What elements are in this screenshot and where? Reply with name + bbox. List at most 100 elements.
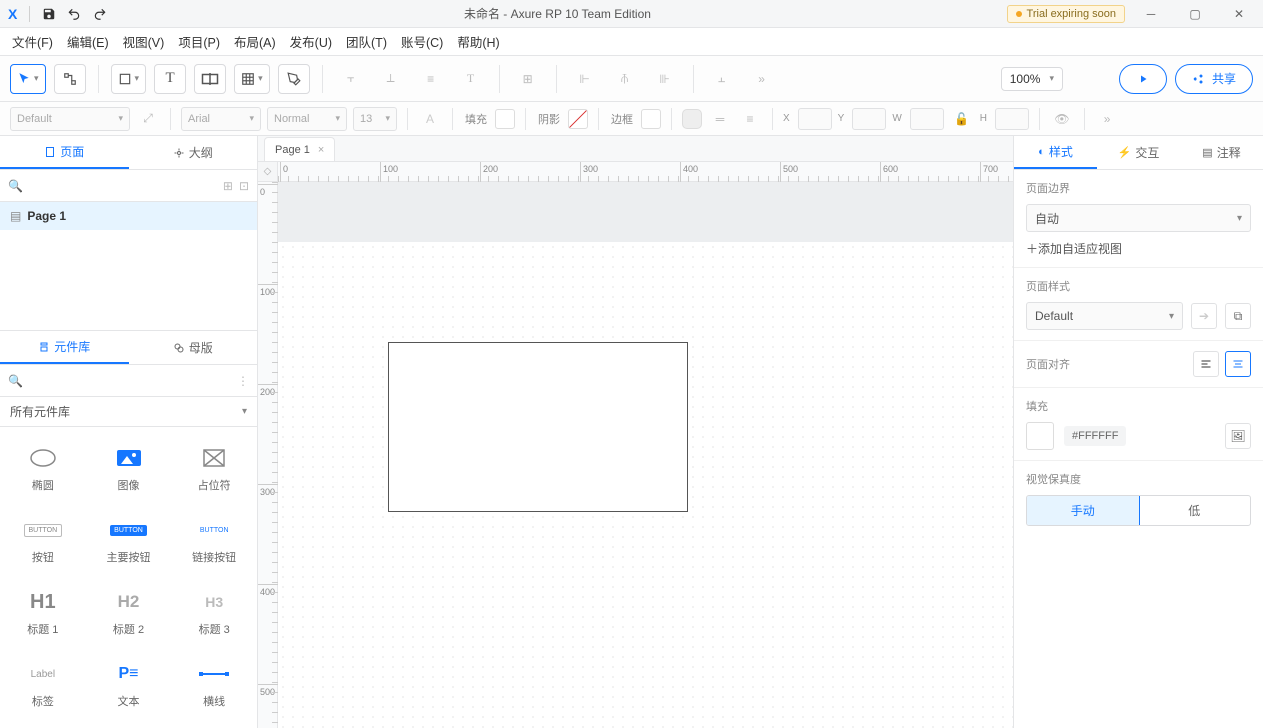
share-button[interactable]: 共享 <box>1175 64 1253 94</box>
undo-icon[interactable] <box>66 7 82 21</box>
tab-outline[interactable]: 大纲 <box>129 136 258 169</box>
window-minimize[interactable]: ─ <box>1133 2 1169 26</box>
fill-swatch[interactable] <box>495 109 515 129</box>
y-input[interactable] <box>852 108 886 130</box>
menu-team[interactable]: 团队(T) <box>346 32 387 51</box>
fidelity-manual[interactable]: 手动 <box>1026 495 1140 526</box>
dist-h[interactable]: ⫠ <box>706 64 738 94</box>
widget-button[interactable]: BUTTON按钮 <box>0 505 86 577</box>
more-tools[interactable]: » <box>746 64 778 94</box>
align-top[interactable]: ⫟ <box>335 64 367 94</box>
library-filter-dropdown[interactable]: 所有元件库▾ <box>0 397 257 427</box>
font-family-dropdown[interactable]: Arial▾ <box>181 107 261 131</box>
visibility-icon[interactable]: 👁 <box>1050 108 1074 130</box>
menu-account[interactable]: 账号(C) <box>401 32 443 51</box>
widget-button-link[interactable]: BUTTON链接按钮 <box>171 505 257 577</box>
lock-aspect-icon[interactable]: 🔓 <box>950 108 974 130</box>
widget-h1[interactable]: H1标题 1 <box>0 577 86 649</box>
border-swatch[interactable] <box>641 109 661 129</box>
widget-h2[interactable]: H2标题 2 <box>86 577 172 649</box>
page-bounds-dropdown[interactable]: 自动▾ <box>1026 204 1251 232</box>
menu-layout[interactable]: 布局(A) <box>234 32 276 51</box>
ruler-vertical[interactable]: 0100200300400500600700 <box>258 182 278 728</box>
widget-image[interactable]: 图像 <box>86 433 172 505</box>
add-folder-icon[interactable]: ⊡ <box>239 179 249 193</box>
corner-radius[interactable] <box>682 109 702 129</box>
tab-notes[interactable]: ▤注释 <box>1180 136 1263 169</box>
widget-more-icon[interactable]: ⋮ <box>237 374 249 388</box>
tab-style[interactable]: ◐样式 <box>1014 136 1097 169</box>
group[interactable]: ⊞ <box>512 64 544 94</box>
widget-button-primary[interactable]: BUTTON主要按钮 <box>86 505 172 577</box>
style-preset-dropdown[interactable]: Default▾ <box>10 107 130 131</box>
add-adaptive-view[interactable]: ＋添加自适应视图 <box>1026 240 1251 257</box>
page-align-center[interactable] <box>1225 351 1251 377</box>
rectangle-tool[interactable]: ▾ <box>111 64 147 94</box>
more-format-icon[interactable]: » <box>1095 108 1119 130</box>
redo-icon[interactable] <box>92 7 108 21</box>
rectangle-shape[interactable] <box>388 342 688 512</box>
style-expand-icon[interactable]: ⤢ <box>136 108 160 130</box>
connector-tool[interactable] <box>54 64 86 94</box>
align-middle-h[interactable]: ≡ <box>415 64 447 94</box>
window-close[interactable]: ✕ <box>1221 2 1257 26</box>
h-input[interactable] <box>995 108 1029 130</box>
fill-image-icon[interactable]: 🖼 <box>1225 423 1251 449</box>
pen-tool[interactable] <box>278 64 310 94</box>
align-center[interactable]: ⫚ <box>609 64 641 94</box>
align-bottom[interactable]: ⟂ <box>375 64 407 94</box>
tab-widgets[interactable]: 元件库 <box>0 331 129 364</box>
add-page-icon[interactable]: ⊞ <box>223 179 233 193</box>
preview-button[interactable] <box>1119 64 1167 94</box>
menu-view[interactable]: 视图(V) <box>123 32 165 51</box>
zoom-control[interactable]: 100%▾ <box>1001 67 1063 91</box>
font-size-input[interactable]: 13▾ <box>353 107 397 131</box>
menu-help[interactable]: 帮助(H) <box>457 32 499 51</box>
pages-search-input[interactable] <box>29 178 217 194</box>
menu-publish[interactable]: 发布(U) <box>290 32 332 51</box>
ruler-corner[interactable]: ◇ <box>258 162 278 182</box>
fidelity-toggle[interactable]: 手动 低 <box>1026 495 1251 526</box>
border-style-icon[interactable]: ═ <box>708 108 732 130</box>
document-tab[interactable]: Page 1× <box>264 137 335 161</box>
tab-pages[interactable]: 页面 <box>0 136 129 169</box>
menu-project[interactable]: 项目(P) <box>178 32 220 51</box>
align-left[interactable]: ⊩ <box>569 64 601 94</box>
border-side-icon[interactable]: ≡ <box>738 108 762 130</box>
widget-ellipse[interactable]: 椭圆 <box>0 433 86 505</box>
fidelity-low[interactable]: 低 <box>1139 496 1251 525</box>
trial-badge[interactable]: Trial expiring soon <box>1007 5 1125 23</box>
widget-placeholder[interactable]: 占位符 <box>171 433 257 505</box>
apply-style-icon[interactable]: ➔ <box>1191 303 1217 329</box>
manage-styles-icon[interactable]: ⧉ <box>1225 303 1251 329</box>
x-input[interactable] <box>798 108 832 130</box>
page-item[interactable]: ▤ Page 1 <box>0 202 257 230</box>
widget-label[interactable]: Label标签 <box>0 649 86 721</box>
tab-interactions[interactable]: ⚡交互 <box>1097 136 1180 169</box>
table-tool[interactable]: ▾ <box>234 64 270 94</box>
widget-hline[interactable]: 横线 <box>171 649 257 721</box>
text-color-icon[interactable]: A <box>418 108 442 130</box>
shadow-swatch[interactable] <box>568 109 588 129</box>
widget-text[interactable]: P≡文本 <box>86 649 172 721</box>
select-tool[interactable]: ▾ <box>10 64 46 94</box>
menu-file[interactable]: 文件(F) <box>12 32 53 51</box>
align-right[interactable]: ⊪ <box>649 64 681 94</box>
page-style-dropdown[interactable]: Default▾ <box>1026 302 1183 330</box>
w-input[interactable] <box>910 108 944 130</box>
canvas[interactable] <box>278 182 1013 728</box>
close-tab-icon[interactable]: × <box>318 144 324 156</box>
menu-edit[interactable]: 编辑(E) <box>67 32 109 51</box>
page-align-left[interactable] <box>1193 351 1219 377</box>
page-fill-swatch[interactable] <box>1026 422 1054 450</box>
save-icon[interactable] <box>42 7 56 21</box>
text-strike[interactable]: T <box>455 64 487 94</box>
font-weight-dropdown[interactable]: Normal▾ <box>267 107 347 131</box>
text-tool[interactable]: T <box>154 64 186 94</box>
widget-h3[interactable]: H3标题 3 <box>171 577 257 649</box>
tab-masters[interactable]: 母版 <box>129 331 258 364</box>
widget-search-input[interactable] <box>23 373 237 389</box>
window-maximize[interactable]: ▢ <box>1177 2 1213 26</box>
page-fill-hex[interactable]: #FFFFFF <box>1064 426 1126 446</box>
ruler-horizontal[interactable]: 0100200300400500600700 <box>278 162 1013 182</box>
